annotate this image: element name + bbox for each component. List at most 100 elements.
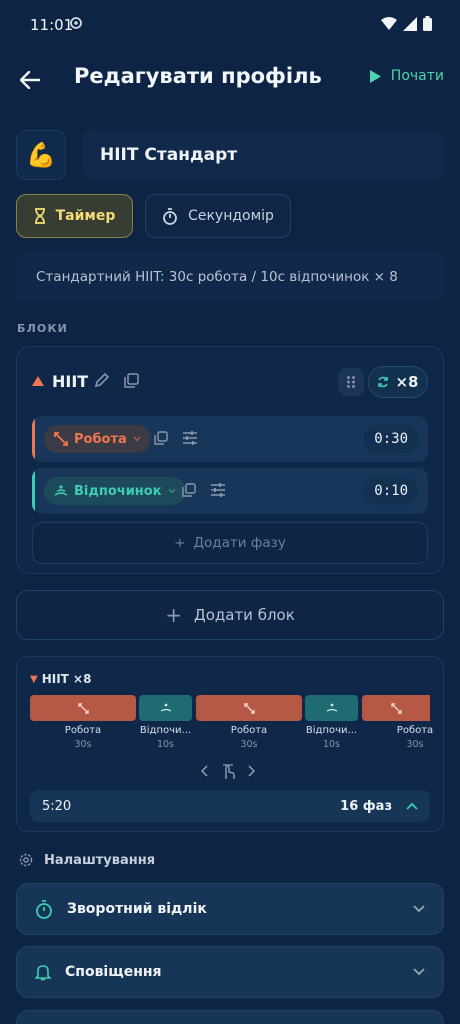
stopwatch-icon: [163, 207, 177, 225]
chevron-right-icon[interactable]: [248, 765, 256, 777]
phase-duration[interactable]: 0:30: [364, 425, 418, 453]
meditation-icon: [160, 703, 171, 712]
add-block-label: Додати блок: [193, 606, 295, 624]
swipe-hand-icon: [223, 764, 235, 779]
triangle-down-icon: ▼: [30, 673, 38, 685]
chevron-down-icon: [168, 488, 176, 494]
pencil-icon: [94, 372, 110, 388]
emoji: 💪: [26, 141, 56, 169]
segment-duration: 30s: [406, 739, 424, 750]
status-icons: [381, 16, 432, 31]
timeline-segment-rest[interactable]: [305, 695, 358, 721]
segment-label: Робота: [230, 725, 268, 736]
segment-duration: 30s: [74, 739, 92, 750]
mode-timer-button[interactable]: Таймер: [16, 194, 133, 238]
profile-name-value: HIIT Стандарт: [100, 145, 238, 165]
profile-name-field[interactable]: HIIT Стандарт: [82, 130, 444, 180]
phase-type-dropdown[interactable]: Робота: [44, 425, 151, 453]
stopwatch-icon: [36, 899, 52, 919]
phase-row-rest[interactable]: Відпочинок 0:10: [32, 468, 428, 514]
settings-notification-icon: [68, 15, 84, 35]
settings-row-label: Зворотний відлік: [67, 901, 207, 917]
chevron-down-icon: [413, 905, 425, 913]
chevron-down-icon: [413, 968, 425, 976]
total-time: 5:20: [42, 798, 72, 814]
segment-duration: 10s: [322, 739, 341, 750]
collapse-triangle-icon[interactable]: [32, 376, 44, 386]
start-label: Почати: [390, 68, 444, 84]
phase-label: Робота: [74, 431, 127, 447]
expand-arrows-icon: [77, 702, 89, 714]
arrow-left-icon: [20, 71, 40, 89]
block-name: HIIT: [52, 372, 89, 391]
copy-icon: [154, 431, 168, 445]
phase-row-work[interactable]: Робота 0:30: [32, 416, 428, 462]
preview-title-text: HIIT ×8: [41, 672, 92, 686]
phase-count: 16 фаз: [340, 798, 392, 814]
add-block-button[interactable]: + Додати блок: [16, 590, 444, 640]
segment-label: Відпочи...: [139, 725, 192, 736]
mode-timer-label: Таймер: [55, 208, 116, 224]
copy-icon: [182, 483, 196, 497]
signal-icon: [403, 16, 417, 31]
description-field[interactable]: Стандартний HIIT: 30с робота / 10с відпо…: [16, 252, 444, 302]
mode-stopwatch-button[interactable]: Секундомір: [145, 194, 291, 238]
chevron-up-icon: [406, 802, 418, 810]
chevron-left-icon[interactable]: [200, 765, 208, 777]
blocks-section-label: БЛОКИ: [17, 322, 69, 335]
battery-icon: [423, 16, 432, 31]
settings-header: Налаштування: [18, 852, 155, 868]
phase-type-dropdown[interactable]: Відпочинок: [44, 477, 186, 505]
repeat-icon: [378, 376, 389, 388]
settings-row-countdown[interactable]: Зворотний відлік: [16, 883, 444, 935]
gear-icon: [19, 853, 33, 867]
meditation-icon: [326, 703, 337, 712]
phase-duration[interactable]: 0:10: [364, 477, 418, 505]
copy-icon: [124, 373, 139, 388]
hourglass-icon: [34, 208, 45, 224]
repeat-count: ×8: [395, 373, 419, 391]
expand-arrows-icon: [54, 432, 68, 446]
phase-settings-button[interactable]: [210, 482, 226, 501]
back-button[interactable]: [16, 64, 44, 96]
phase-label: Відпочинок: [74, 483, 162, 499]
expand-arrows-icon: [390, 702, 402, 714]
plus-icon: +: [165, 603, 182, 627]
segment-duration: 10s: [156, 739, 175, 750]
phase-color-bar: [32, 468, 35, 514]
settings-row-label: Сповіщення: [65, 964, 162, 980]
settings-row-notifications[interactable]: Сповіщення: [16, 946, 444, 998]
timeline-segment-work[interactable]: [196, 695, 302, 721]
settings-row-partial: [16, 1010, 444, 1024]
plus-icon: +: [174, 535, 186, 551]
emoji-picker-button[interactable]: 💪: [16, 130, 66, 180]
meditation-icon: [54, 485, 68, 496]
sliders-icon: [211, 483, 225, 497]
duplicate-block-button[interactable]: [124, 373, 139, 392]
chevron-down-icon: [133, 436, 141, 442]
duplicate-phase-button[interactable]: [154, 430, 168, 449]
phase-settings-button[interactable]: [182, 430, 198, 449]
add-phase-button[interactable]: + Додати фазу: [32, 522, 428, 564]
play-icon: [369, 69, 381, 83]
timeline-summary[interactable]: 5:20 16 фаз: [30, 790, 430, 822]
preview-title: ▼ HIIT ×8: [30, 672, 91, 686]
expand-arrows-icon: [243, 702, 255, 714]
settings-title: Налаштування: [44, 852, 156, 868]
segment-label: Робота: [396, 725, 434, 736]
segment-label: Відпочи...: [305, 725, 358, 736]
timeline-scroll-nav: [200, 762, 256, 780]
mode-stopwatch-label: Секундомір: [188, 208, 274, 224]
edit-block-button[interactable]: [94, 372, 110, 392]
start-button[interactable]: Почати: [369, 68, 444, 84]
sliders-icon: [183, 431, 197, 445]
repeat-count-button[interactable]: ×8: [368, 366, 428, 398]
description-value: Стандартний HIIT: 30с робота / 10с відпо…: [36, 269, 398, 285]
timeline-segment-rest[interactable]: [139, 695, 192, 721]
timeline-segment-work[interactable]: [362, 695, 430, 721]
bell-icon: [35, 965, 51, 981]
duplicate-phase-button[interactable]: [182, 482, 196, 501]
timeline-segment-work[interactable]: [30, 695, 136, 721]
drag-handle-icon[interactable]: [338, 368, 364, 396]
segment-label: Робота: [64, 725, 102, 736]
